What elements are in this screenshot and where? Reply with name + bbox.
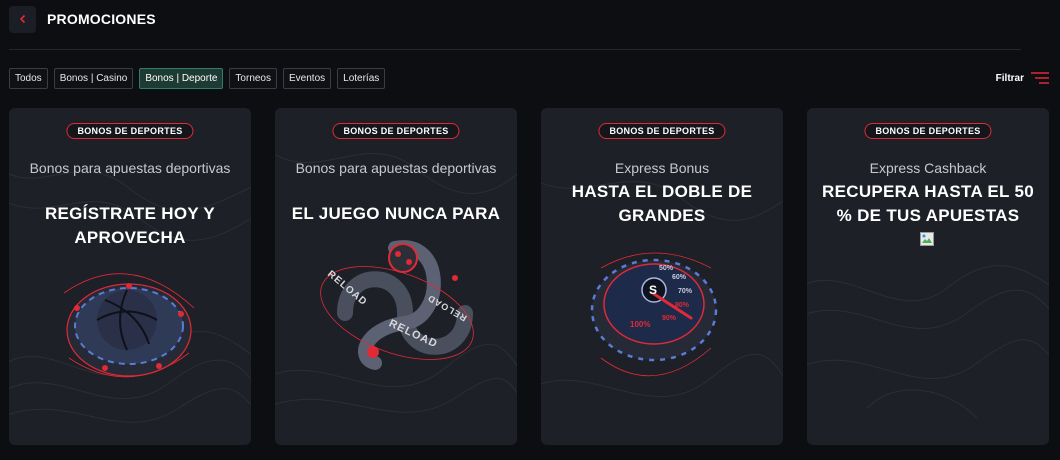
filter-chip-bonos-casino[interactable]: Bonos | Casino (53, 68, 134, 89)
filter-chips: Todos Bonos | Casino Bonos | Deporte Tor… (9, 68, 386, 89)
header-divider (9, 49, 1021, 50)
promo-card[interactable]: BONOS DE DEPORTES Express Cashback RECUP… (807, 108, 1049, 445)
filter-chip-todos[interactable]: Todos (9, 68, 48, 89)
speedometer-chip-illustration (590, 252, 718, 377)
page-title: PROMOCIONES (47, 11, 156, 27)
art-text-s-logo: S (649, 283, 658, 297)
filter-button-label: Filtrar (995, 72, 1024, 84)
speedometer-label: 70% (678, 288, 693, 295)
filter-chip-loterias[interactable]: Loterías (337, 68, 386, 89)
broken-image-icon (920, 232, 934, 246)
speedometer-label: 80% (675, 302, 690, 309)
card-subtitle: Express Cashback (869, 160, 987, 176)
promo-card[interactable]: BONOS DE DEPORTES Bonos para apuestas de… (275, 108, 517, 445)
chevron-left-icon (19, 14, 25, 24)
filter-chip-torneos[interactable]: Torneos (229, 68, 277, 89)
filter-chip-eventos[interactable]: Eventos (283, 68, 332, 89)
basketball-chip-illustration (63, 273, 195, 378)
filter-lines-icon (1031, 72, 1049, 84)
filter-chip-bonos-deporte[interactable]: Bonos | Deporte (139, 68, 224, 89)
page-header: PROMOCIONES (9, 5, 156, 33)
speedometer-label: 90% (662, 315, 677, 322)
back-button[interactable] (9, 5, 36, 33)
promo-card[interactable]: BONOS DE DEPORTES Bonos para apuestas de… (9, 108, 251, 445)
speedometer-label: 60% (672, 274, 687, 281)
card-headline: RECUPERA HASTA EL 50 % DE TUS APUESTAS (822, 182, 1034, 225)
promotions-grid: BONOS DE DEPORTES Bonos para apuestas de… (9, 108, 1049, 445)
speedometer-label: 100% (630, 320, 651, 329)
promo-card[interactable]: BONOS DE DEPORTES Express Bonus HASTA EL… (541, 108, 783, 445)
category-badge: BONOS DE DEPORTES (864, 123, 992, 139)
reload-infinity-illustration (320, 240, 474, 370)
speedometer-label: 50% (659, 265, 674, 272)
filter-button[interactable]: Filtrar (996, 71, 1050, 85)
